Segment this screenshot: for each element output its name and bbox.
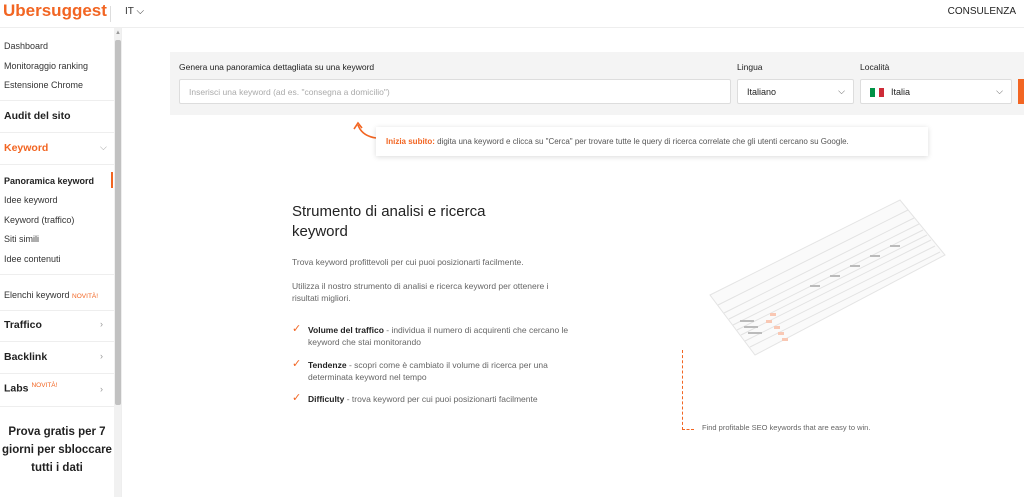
hint-title: Inizia subito: — [386, 137, 435, 146]
top-bar: Ubersuggest IT ⌵ CONSULENZA — [0, 0, 1024, 28]
sidebar-divider — [0, 373, 114, 374]
sidebar-divider — [0, 310, 114, 311]
check-icon: ✓ — [292, 358, 302, 370]
search-panel: Genera una panoramica dettagliata su una… — [170, 52, 1024, 115]
sidebar-divider — [0, 100, 114, 101]
logo[interactable]: Ubersuggest — [3, 1, 107, 21]
sidebar-item-keyword-lists[interactable]: Elenchi keyword NOVITÀ! — [4, 290, 98, 300]
sidebar-divider — [0, 341, 114, 342]
sidebar-item-keyword-ideas[interactable]: Idee keyword — [4, 195, 58, 205]
search-button[interactable] — [1018, 79, 1024, 104]
language-label: Lingua — [737, 62, 763, 72]
hero-description: Trova keyword profittevoli per cui puoi … — [292, 257, 524, 267]
sidebar: Dashboard Monitoraggio ranking Estension… — [0, 28, 122, 497]
keyword-label: Genera una panoramica dettagliata su una… — [179, 62, 375, 72]
sidebar-divider — [0, 406, 114, 407]
sidebar-item-similar-sites[interactable]: Siti simili — [4, 234, 39, 244]
feature-title: Tendenze — [308, 360, 347, 370]
chevron-down-icon: ⌵ — [996, 86, 1003, 96]
active-indicator — [111, 172, 113, 188]
chevron-down-icon: ⌵ — [838, 86, 845, 96]
chevron-down-icon: ⌵ — [136, 6, 145, 17]
hint-text: digita una keyword e clicca su "Cerca" p… — [434, 137, 849, 146]
italy-flag-icon — [870, 88, 885, 97]
sidebar-item-label: Labs — [4, 382, 29, 395]
sidebar-item-chrome-extension[interactable]: Estensione Chrome — [4, 80, 83, 90]
sidebar-divider — [0, 132, 114, 133]
location-value: Italia — [891, 87, 911, 97]
chevron-right-icon[interactable]: › — [100, 351, 103, 361]
new-badge: NOVITÀ! — [31, 382, 58, 389]
language-selector[interactable]: IT ⌵ — [125, 6, 144, 17]
page-title: Strumento di analisi e ricerca keyword — [292, 203, 486, 240]
keyword-input[interactable]: Inserisci una keyword (ad es. "consegna … — [179, 79, 731, 104]
sidebar-item-keyword-overview[interactable]: Panoramica keyword — [4, 176, 94, 186]
sidebar-item-keyword[interactable]: Keyword — [4, 142, 48, 154]
keyword-table-illustration — [709, 199, 946, 356]
check-icon: ✓ — [292, 323, 302, 335]
sidebar-item-backlink[interactable]: Backlink — [4, 351, 47, 363]
header-divider — [110, 6, 111, 22]
feature-text: - trova keyword per cui puoi posizionart… — [344, 394, 538, 404]
language-value: Italiano — [747, 87, 777, 97]
chevron-down-icon[interactable]: ⌵ — [100, 142, 107, 153]
scroll-up-icon[interactable]: ▲ — [114, 30, 121, 36]
feature-title: Difficulty — [308, 394, 345, 404]
sidebar-divider — [0, 164, 114, 165]
location-select[interactable]: Italia ⌵ — [860, 79, 1012, 104]
new-badge: NOVITÀ! — [72, 293, 99, 300]
hero-description-2: Utilizza il nostro strumento di analisi … — [292, 281, 549, 303]
language-code: IT — [125, 6, 134, 17]
sidebar-item-label: Elenchi keyword — [4, 290, 70, 300]
trial-promo[interactable]: Prova gratis per 7 giorni per sbloccare … — [0, 423, 114, 477]
consulting-link[interactable]: CONSULENZA — [948, 6, 1016, 17]
sidebar-item-site-audit[interactable]: Audit del sito — [4, 110, 71, 122]
location-label: Località — [860, 62, 890, 72]
scrollbar-thumb[interactable] — [115, 40, 121, 405]
chevron-right-icon[interactable]: › — [100, 319, 103, 329]
language-select[interactable]: Italiano ⌵ — [737, 79, 854, 104]
illustration-caption: Find profitable SEO keywords that are ea… — [702, 423, 871, 432]
sidebar-item-dashboard[interactable]: Dashboard — [4, 41, 48, 51]
check-icon: ✓ — [292, 392, 302, 404]
chevron-right-icon[interactable]: › — [100, 384, 103, 394]
getting-started-tooltip: Inizia subito: digita una keyword e clic… — [376, 127, 928, 156]
sidebar-item-rank-tracking[interactable]: Monitoraggio ranking — [4, 61, 88, 71]
sidebar-divider — [0, 274, 114, 275]
sidebar-item-content-ideas[interactable]: Idee contenuti — [4, 254, 61, 264]
caption-connector — [682, 350, 694, 430]
sidebar-item-labs[interactable]: Labs NOVITÀ! — [4, 382, 57, 395]
curved-arrow-icon — [353, 121, 377, 139]
sidebar-item-keyword-traffic[interactable]: Keyword (traffico) — [4, 215, 74, 225]
feature-title: Volume del traffico — [308, 325, 384, 335]
sidebar-item-traffic[interactable]: Traffico — [4, 319, 42, 331]
